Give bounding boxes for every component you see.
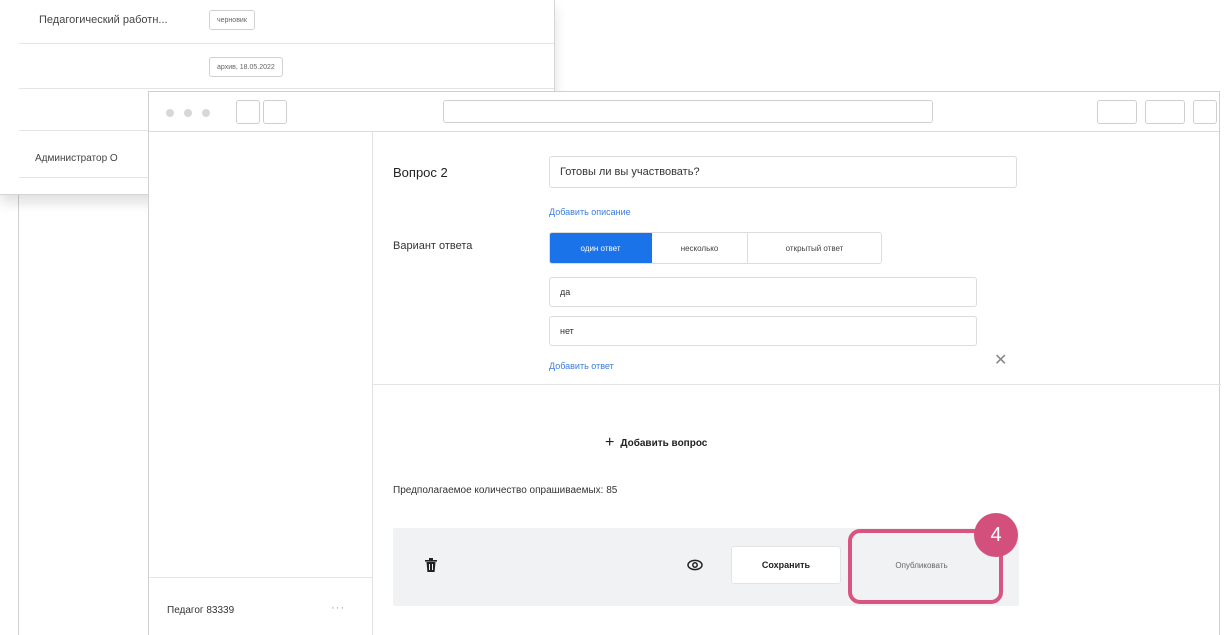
add-description-link[interactable]: Добавить описание — [549, 207, 631, 217]
toolbar-button[interactable] — [1193, 100, 1217, 124]
answer-option-input[interactable]: нет — [549, 316, 977, 346]
question-editor: Вопрос 2 Готовы ли вы участвовать? Добав… — [373, 132, 1221, 635]
add-question-label: Добавить вопрос — [620, 437, 708, 449]
toolbar-button[interactable] — [1097, 100, 1137, 124]
section-divider — [373, 384, 1221, 385]
answer-option-input[interactable]: да — [549, 277, 977, 307]
background-status-chip: черновик — [209, 10, 255, 30]
window-control-dot[interactable] — [184, 109, 192, 117]
window-control-dot[interactable] — [202, 109, 210, 117]
close-icon[interactable]: ✕ — [994, 353, 1007, 369]
nav-forward-button[interactable] — [263, 100, 287, 124]
background-row-title: Администратор О — [35, 153, 118, 164]
background-deadline-chip: архив, 18.05.2022 — [209, 57, 283, 77]
answer-type-selector: один ответ несколько открытый ответ — [549, 232, 882, 264]
respondents-estimate: Предполагаемое количество опрашиваемых: … — [393, 485, 618, 496]
window-titlebar — [149, 92, 1219, 132]
nav-back-button[interactable] — [236, 100, 260, 124]
step-number-badge: 4 — [974, 513, 1018, 557]
toolbar-button[interactable] — [1145, 100, 1185, 124]
sidebar-user-name[interactable]: Педагог 83339 — [167, 605, 234, 616]
window-control-dot[interactable] — [166, 109, 174, 117]
sidebar-divider — [149, 577, 372, 578]
screenshot-stage: Педагогический работн... черновик архив,… — [0, 0, 1228, 635]
answer-type-multiple[interactable]: несколько — [652, 233, 748, 263]
question-label: Вопрос 2 — [393, 165, 448, 180]
answer-variant-label: Вариант ответа — [393, 240, 473, 252]
save-button[interactable]: Сохранить — [731, 546, 841, 584]
answer-type-open[interactable]: открытый ответ — [748, 233, 881, 263]
more-options-icon[interactable]: ··· — [331, 602, 345, 614]
answer-type-single[interactable]: один ответ — [550, 233, 652, 263]
address-bar[interactable] — [443, 100, 933, 123]
background-list-row[interactable]: архив, 18.05.2022 — [19, 44, 554, 89]
background-list-row[interactable]: Педагогический работн... черновик — [19, 0, 554, 44]
plus-icon: + — [605, 434, 615, 451]
add-question-button[interactable]: + Добавить вопрос — [605, 434, 707, 452]
eye-icon[interactable] — [680, 550, 710, 580]
sidebar: Педагог 83339 ··· — [149, 132, 373, 635]
survey-editor-window: Педагог 83339 ··· Вопрос 2 Готовы ли вы … — [148, 91, 1221, 635]
background-row-title: Педагогический работн... — [39, 14, 168, 26]
trash-icon[interactable] — [422, 556, 440, 574]
add-answer-link[interactable]: Добавить ответ — [549, 361, 614, 371]
question-text-input[interactable]: Готовы ли вы участвовать? — [549, 156, 1017, 188]
